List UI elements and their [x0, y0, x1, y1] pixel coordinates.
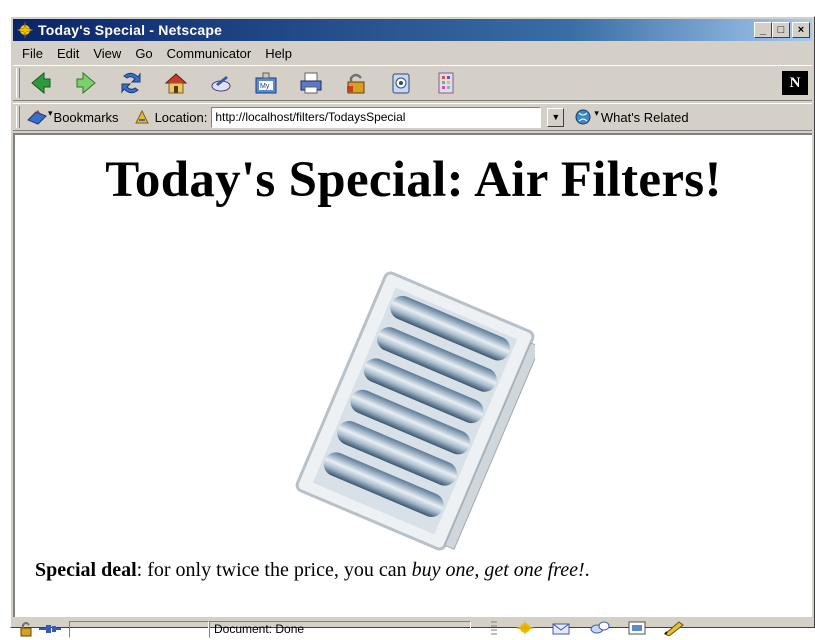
special-deal-end: .	[584, 559, 590, 581]
netscape-guide-icon[interactable]: My	[251, 68, 281, 98]
component-bar-grip-icon[interactable]	[489, 620, 499, 639]
status-bar: Document: Done	[13, 619, 812, 639]
location-dropdown-button[interactable]: ▼	[547, 107, 565, 127]
netscape-logo[interactable]: N	[782, 71, 808, 95]
maximize-button[interactable]: □	[772, 22, 790, 38]
menu-bar: File Edit View Go Communicator Help	[13, 43, 812, 63]
air-filter-image	[295, 271, 535, 551]
special-deal-italic: buy one, get one free!	[411, 559, 585, 581]
menu-file[interactable]: File	[15, 46, 50, 61]
menu-help[interactable]: Help	[258, 46, 299, 61]
page-content: Today's Special: Air Filters! Special de…	[13, 133, 812, 617]
bookmarks-button[interactable]: Bookmarks	[54, 110, 119, 125]
whats-related-button[interactable]: What's Related	[601, 110, 689, 125]
svg-text:My: My	[260, 83, 270, 90]
location-grip[interactable]	[16, 106, 20, 128]
location-toolbar: ▾ Bookmarks Location: http://localhost/f…	[13, 103, 812, 131]
print-icon[interactable]	[296, 68, 326, 98]
window-title: Today's Special - Netscape	[38, 22, 223, 38]
close-button[interactable]: ×	[792, 22, 810, 38]
status-text-cell: Document: Done	[209, 620, 471, 638]
title-bar[interactable]: Today's Special - Netscape _ □ ×	[13, 19, 812, 41]
composer-icon[interactable]	[627, 620, 647, 639]
whats-related-arrow-icon: ▾	[594, 107, 599, 118]
netscape-icon	[16, 21, 34, 39]
search-icon[interactable]	[206, 68, 236, 98]
forward-icon[interactable]	[71, 68, 101, 98]
lock-icon[interactable]	[15, 618, 37, 640]
reload-icon[interactable]	[116, 68, 146, 98]
chevron-down-icon: ▼	[551, 112, 561, 122]
minimize-button[interactable]: _	[754, 22, 772, 38]
back-icon[interactable]	[26, 68, 56, 98]
page-title: Today's Special: Air Filters!	[105, 152, 722, 208]
navigator-icon[interactable]	[515, 619, 535, 639]
navigation-toolbar: My N	[13, 65, 812, 101]
mail-icon[interactable]	[551, 620, 573, 639]
browser-window: Today's Special - Netscape _ □ × File Ed…	[10, 16, 815, 638]
special-deal-text: Special deal: for only twice the price, …	[35, 559, 590, 582]
security-icon[interactable]	[341, 68, 371, 98]
menu-go[interactable]: Go	[128, 46, 159, 61]
edit-icon[interactable]	[663, 620, 685, 639]
location-label: Location:	[154, 109, 208, 125]
menu-view[interactable]: View	[86, 46, 128, 61]
bookmarks-arrow-icon: ▾	[48, 107, 53, 118]
stop-icon[interactable]	[431, 68, 461, 98]
discussions-icon[interactable]	[589, 620, 611, 639]
progress-cell	[69, 620, 209, 638]
menu-communicator[interactable]: Communicator	[160, 46, 259, 61]
special-deal-body: : for only twice the price, you can	[136, 559, 407, 581]
location-url-input[interactable]: http://localhost/filters/TodaysSpecial	[211, 106, 542, 128]
bookmarks-icon[interactable]	[26, 106, 48, 128]
home-icon[interactable]	[161, 68, 191, 98]
special-deal-bold: Special deal	[35, 559, 137, 581]
shop-icon[interactable]	[386, 68, 416, 98]
whats-related-icon[interactable]	[572, 106, 594, 128]
toolbar-grip[interactable]	[16, 68, 20, 98]
status-text: Document: Done	[214, 622, 305, 636]
menu-edit[interactable]: Edit	[50, 46, 86, 61]
location-icon	[131, 106, 153, 128]
connection-icon	[37, 618, 63, 640]
